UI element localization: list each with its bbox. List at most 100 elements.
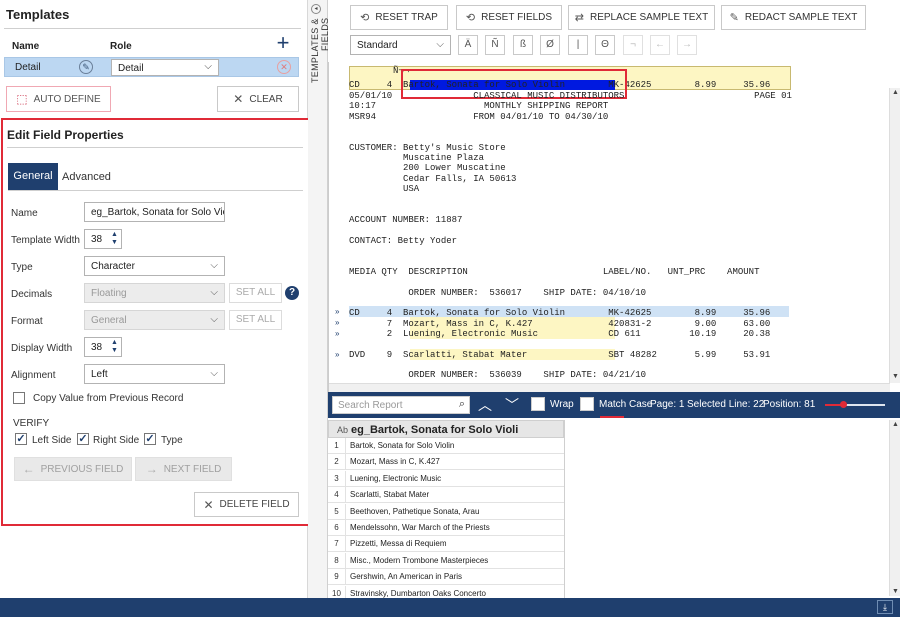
template-role-select[interactable]: Detail ⌵ — [111, 59, 219, 76]
scroll-down-icon[interactable]: ▼ — [891, 373, 900, 382]
table-row[interactable]: 3 Luening, Electronic Music — [328, 470, 564, 487]
table-row[interactable]: 8 Misc., Modern Trombone Masterpieces — [328, 552, 564, 569]
table-row[interactable]: 10 Stravinsky, Dumbarton Oaks Concerto — [328, 585, 564, 598]
wrap-label: Wrap — [550, 399, 574, 410]
download-icon[interactable]: ⤓ — [877, 600, 893, 614]
report-line: ORDER NUMBER: 536017 SHIP DATE: 04/10/10 — [349, 287, 647, 298]
templates-fields-strip: ◂ TEMPLATES & FIELDS — [308, 0, 330, 598]
divider — [564, 420, 565, 598]
cell-value: Pizzetti, Messa di Requiem — [350, 539, 447, 549]
char-theta-button[interactable]: Θ — [595, 35, 615, 55]
row-number: 10 — [328, 585, 346, 598]
row-marker: » — [335, 307, 340, 316]
search-bar: Search Report ⌕ ︿ ﹀ Wrap Match Case Page… — [328, 392, 900, 419]
display-width-value: 38 — [91, 342, 103, 353]
reset-icon: ⟲ — [465, 12, 476, 24]
type-check-label: Type — [161, 435, 183, 446]
scroll-up-icon[interactable]: ▲ — [891, 89, 900, 98]
search-icon[interactable]: ⌕ — [459, 398, 465, 411]
decimals-value: Floating — [91, 288, 127, 299]
divider — [7, 147, 303, 148]
row-number: 7 — [328, 536, 346, 553]
char-a-umlaut-button[interactable]: Ä — [458, 35, 478, 55]
template-width-stepper[interactable]: 38 ▲ ▼ — [84, 229, 122, 249]
replace-icon: ⇄ — [574, 12, 584, 24]
left-side-checkbox[interactable]: ✓ — [15, 433, 27, 445]
wrap-checkbox[interactable] — [531, 397, 545, 411]
page-indicator: Page: 1 — [650, 399, 685, 410]
table-row[interactable]: 9 Gershwin, An American in Paris — [328, 569, 564, 586]
clear-button[interactable]: ✕ CLEAR — [217, 86, 299, 112]
alignment-select[interactable]: Left ⌵ — [84, 364, 225, 384]
char-o-slash-button[interactable]: Ø — [540, 35, 560, 55]
column-header-name: Name — [12, 41, 40, 52]
edit-icon[interactable]: ✎ — [79, 60, 93, 74]
row-number: 5 — [328, 503, 346, 520]
table-row[interactable]: 6 Mendelssohn, War March of the Priests — [328, 520, 564, 536]
delete-field-button[interactable]: ✕ DELETE FIELD — [194, 492, 299, 517]
reset-trap-button[interactable]: ⟲ RESET TRAP — [350, 5, 448, 30]
help-icon[interactable]: ? — [285, 286, 299, 300]
redact-sample-text-button[interactable]: ✎ REDACT SAMPLE TEXT — [721, 5, 866, 30]
right-side-checkbox[interactable]: ✓ — [77, 433, 89, 445]
stepper-arrows-icon[interactable]: ▲ ▼ — [110, 231, 119, 247]
cell-value: Bartok, Sonata for Solo Violin — [350, 441, 455, 450]
grid-column-header[interactable]: Ab eg_Bartok, Sonata for Solo Violi — [328, 420, 564, 438]
column-header-role: Role — [110, 41, 132, 52]
row-marker: » — [335, 329, 340, 338]
alignment-value: Left — [91, 369, 108, 380]
match-case-checkbox[interactable] — [580, 397, 594, 411]
table-row[interactable]: 5 Beethoven, Pathetique Sonata, Arau — [328, 503, 564, 520]
stepper-arrows-icon[interactable]: ▲ ▼ — [110, 339, 119, 355]
reset-fields-button[interactable]: ⟲ RESET FIELDS — [456, 5, 562, 30]
format-value: General — [91, 315, 127, 326]
report-line: 10:17 MONTHLY SHIPPING REPORT — [349, 101, 609, 112]
delete-template-icon[interactable]: ✕ — [277, 60, 291, 74]
status-footer: ⤓ — [0, 598, 900, 617]
collapse-icon[interactable]: ◂ — [311, 4, 321, 14]
report-viewer[interactable]: Ñ¬¬ CD 4 Bartok, Sonata for Solo Violin … — [328, 62, 900, 392]
tab-general[interactable]: General — [8, 163, 58, 190]
type-select[interactable]: Character ⌵ — [84, 256, 225, 276]
arrow-left-button: ← — [650, 35, 670, 55]
copy-value-checkbox[interactable] — [13, 392, 25, 404]
char-not-button: ¬ — [623, 35, 643, 55]
grid-vertical-scrollbar[interactable]: ▲ ▼ — [889, 420, 900, 596]
search-input[interactable]: Search Report ⌕ — [332, 396, 470, 414]
template-row[interactable]: Detail ✎ Detail ⌵ ✕ — [4, 57, 299, 77]
row-number: 9 — [328, 569, 346, 586]
zoom-slider-handle[interactable] — [840, 401, 847, 408]
cell-value: Beethoven, Pathetique Sonata, Arau — [350, 506, 480, 516]
set-all-decimals-button: SET ALL — [229, 283, 282, 303]
type-checkbox[interactable]: ✓ — [144, 433, 156, 445]
report-vertical-scrollbar[interactable]: ▲ ▼ — [889, 88, 900, 383]
row-marker: » — [335, 350, 340, 359]
search-prev-icon[interactable]: ︿ — [478, 395, 492, 415]
replace-sample-text-button[interactable]: ⇄ REPLACE SAMPLE TEXT — [568, 5, 715, 30]
tab-advanced[interactable]: Advanced — [62, 171, 111, 183]
strip-label[interactable]: TEMPLATES & FIELDS — [310, 18, 330, 98]
char-n-tilde-button[interactable]: Ñ — [485, 35, 505, 55]
scroll-down-icon[interactable]: ▼ — [891, 588, 900, 595]
field-data-grid: Ab eg_Bartok, Sonata for Solo Violi 1 Bar… — [328, 418, 900, 598]
table-row[interactable]: 7 Pizzetti, Messa di Requiem — [328, 536, 564, 553]
display-width-label: Display Width — [11, 343, 73, 354]
name-field[interactable]: eg_Bartok, Sonata for Solo Vio — [84, 202, 225, 222]
report-horizontal-scrollbar[interactable] — [329, 383, 890, 392]
chevron-down-icon: ⌵ — [204, 61, 212, 72]
display-width-stepper[interactable]: 38 ▲ ▼ — [84, 337, 122, 357]
report-line: Muscatine Plaza — [349, 153, 485, 164]
char-pipe-button[interactable]: | — [568, 35, 588, 55]
add-template-button[interactable]: + — [273, 32, 293, 54]
report-line: ORDER NUMBER: 536039 SHIP DATE: 04/21/10 — [349, 370, 647, 381]
table-row[interactable]: 1 Bartok, Sonata for Solo Violin — [328, 438, 564, 454]
table-row[interactable]: 4 Scarlatti, Stabat Mater — [328, 487, 564, 504]
auto-define-button[interactable]: ⬚ AUTO DEFINE — [6, 86, 111, 112]
scroll-up-icon[interactable]: ▲ — [891, 421, 900, 428]
char-eszett-button[interactable]: ß — [513, 35, 533, 55]
chevron-down-icon: ⌵ — [210, 287, 218, 298]
font-select[interactable]: Standard ⌵ — [350, 35, 451, 55]
search-next-icon[interactable]: ﹀ — [505, 395, 519, 415]
table-row[interactable]: 2 Mozart, Mass in C, K.427 — [328, 454, 564, 471]
reset-trap-label: RESET TRAP — [375, 12, 438, 23]
